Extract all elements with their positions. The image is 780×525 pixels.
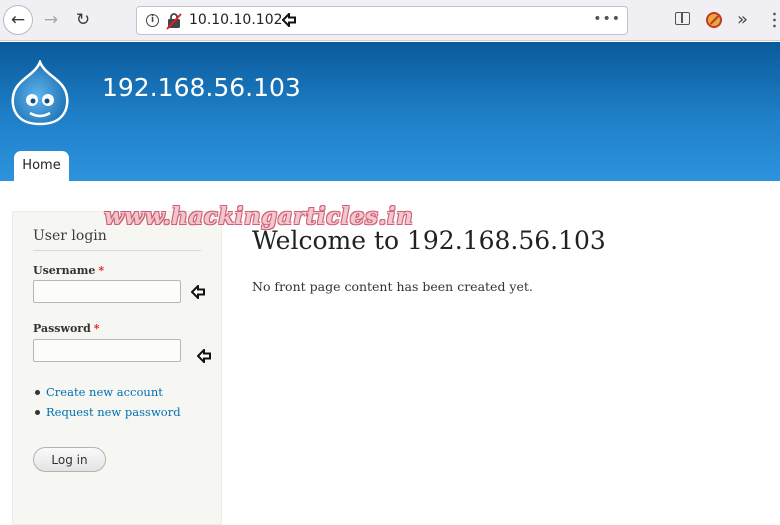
insecure-lock-icon[interactable] <box>166 12 182 30</box>
forward-arrow-icon: → <box>43 10 59 30</box>
addon-icon[interactable] <box>706 12 722 28</box>
password-field[interactable] <box>33 339 181 362</box>
login-button[interactable]: Log in <box>33 447 106 472</box>
cursor-arrow-icon <box>197 349 211 363</box>
reload-button[interactable]: ↻ <box>68 5 98 35</box>
username-label-text: Username <box>33 264 96 277</box>
block-title: User login <box>33 228 107 244</box>
address-bar[interactable]: i 10.10.10.102 ••• <box>136 6 628 35</box>
site-name[interactable]: 192.168.56.103 <box>102 73 301 102</box>
back-button[interactable]: ← <box>3 5 33 35</box>
browser-toolbar: ← → ↻ i 10.10.10.102 ••• » <box>0 0 780 41</box>
cursor-arrow-icon <box>191 285 205 299</box>
site-header: 192.168.56.103 Home <box>0 42 780 182</box>
reload-icon: ↻ <box>75 10 91 30</box>
login-links: Create new account Request new password <box>33 382 181 422</box>
reader-view-icon[interactable] <box>675 12 690 25</box>
required-marker: * <box>98 264 105 277</box>
create-account-link[interactable]: Create new account <box>33 382 181 402</box>
user-login-block: User login Username * Password * Create ne… <box>12 211 222 525</box>
request-password-link[interactable]: Request new password <box>33 402 181 422</box>
drupal-logo-icon[interactable] <box>10 60 70 128</box>
tab-home[interactable]: Home <box>14 151 69 182</box>
overflow-chevron-icon[interactable]: » <box>737 9 748 30</box>
watermark: www.hackingarticles.in <box>104 203 414 230</box>
password-label: Password * <box>33 322 100 335</box>
page-actions-icon[interactable]: ••• <box>593 11 621 27</box>
cursor-arrow-icon <box>282 13 296 27</box>
username-field[interactable] <box>33 280 181 303</box>
password-label-text: Password <box>33 322 91 335</box>
back-arrow-icon: ← <box>10 10 26 30</box>
site-info-icon[interactable]: i <box>146 14 159 27</box>
url-text[interactable]: 10.10.10.102 <box>189 12 283 28</box>
required-marker: * <box>93 322 100 335</box>
username-label: Username * <box>33 264 104 277</box>
divider <box>33 250 201 251</box>
forward-button[interactable]: → <box>36 5 66 35</box>
menu-icon[interactable] <box>773 11 776 29</box>
page-body-text: No front page content has been created y… <box>252 279 533 294</box>
